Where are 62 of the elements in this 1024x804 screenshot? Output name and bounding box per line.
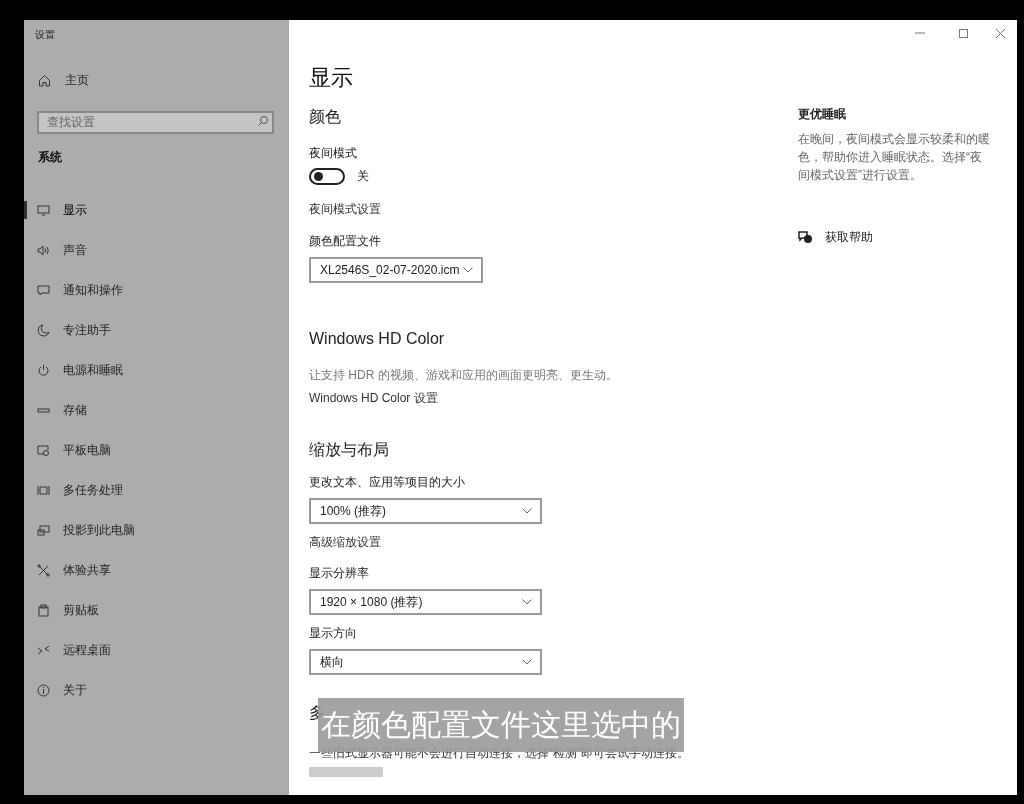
help-icon [798,230,813,244]
window-title: 设置 [34,28,56,42]
chevron-icon [463,267,473,273]
description: 让支持 HDR 的视频、游戏和应用的画面更明亮、更生动。 [309,367,619,384]
nav-item[interactable]: 电源和睡眠 [37,360,123,380]
settings-link[interactable]: 夜间模式设置 [309,200,381,218]
help-link[interactable]: 获取帮助 [798,228,873,246]
aside-heading: 更优睡眠 [798,106,847,123]
share-icon [37,563,50,577]
toggle-state: 关 [357,168,369,185]
nav-item[interactable]: 专注助手 [37,320,111,340]
field-label: 夜间模式 [309,145,358,162]
toggle-switch[interactable] [309,167,345,185]
remote-icon [37,643,50,657]
nav-item[interactable]: 剪贴板 [37,600,99,620]
section-heading: Windows HD Color [309,331,446,347]
maximize-icon[interactable] [958,28,968,38]
clipboard-icon [37,603,50,617]
field-label: 显示分辨率 [309,565,370,582]
nav-item[interactable]: 投影到此电脑 [37,520,135,540]
home-link[interactable]: 主页 [24,70,89,90]
power-icon [37,363,50,377]
selection-indicator [24,201,27,219]
dropdown[interactable]: 1920 × 1080 (推荐) [309,589,542,615]
search-icon [257,115,269,127]
projector-icon [37,523,50,537]
tablet-icon [37,443,50,457]
moon-icon [37,323,50,337]
nav-item[interactable]: 体验共享 [37,560,111,580]
home-icon [38,73,51,87]
nav-item[interactable]: 声音 [37,240,87,260]
section-heading: 缩放与布局 [309,442,390,458]
close-icon[interactable] [995,28,1005,38]
nav-item[interactable]: 通知和操作 [37,280,123,300]
multitask-icon [37,483,50,497]
nav-item[interactable]: 显示 [37,200,87,220]
chevron-icon [522,599,532,605]
section-heading: 颜色 [309,109,342,125]
nav-item[interactable]: 平板电脑 [37,440,111,460]
dropdown[interactable]: 横向 [309,649,542,675]
nav-item[interactable]: 存储 [37,400,87,420]
settings-link[interactable]: 高级缩放设置 [309,533,381,551]
aside-text: 在晚间，夜间模式会显示较柔和的暖色，帮助你进入睡眠状态。选择“夜间模式设置”进行设置。 [798,131,991,184]
speaker-icon [37,243,50,257]
nav-item[interactable]: 关于 [37,680,87,700]
page-title: 显示 [309,67,354,89]
dropdown[interactable]: XL2546S_02-07-2020.icm [309,257,483,283]
chevron-icon [522,659,532,665]
info-icon [37,683,50,697]
search-field[interactable]: 查找设置 [37,110,274,134]
dropdown[interactable]: 100% (推荐) [309,498,542,524]
chevron-icon [522,508,532,514]
field-label: 更改文本、应用等项目的大小 [309,474,466,491]
nav-item[interactable]: 远程桌面 [37,640,111,660]
section-heading: 系统 [37,149,63,166]
description: 一些旧式显示器可能不会进行自动连接，选择“检测”即可尝试手动连接。 [309,745,689,762]
nav-item[interactable]: 多任务处理 [37,480,123,500]
settings-link[interactable]: Windows HD Color 设置 [309,389,438,407]
field-label: 显示方向 [309,625,358,642]
display-icon [37,203,50,217]
field-label: 颜色配置文件 [309,233,382,250]
message-icon [37,283,50,297]
